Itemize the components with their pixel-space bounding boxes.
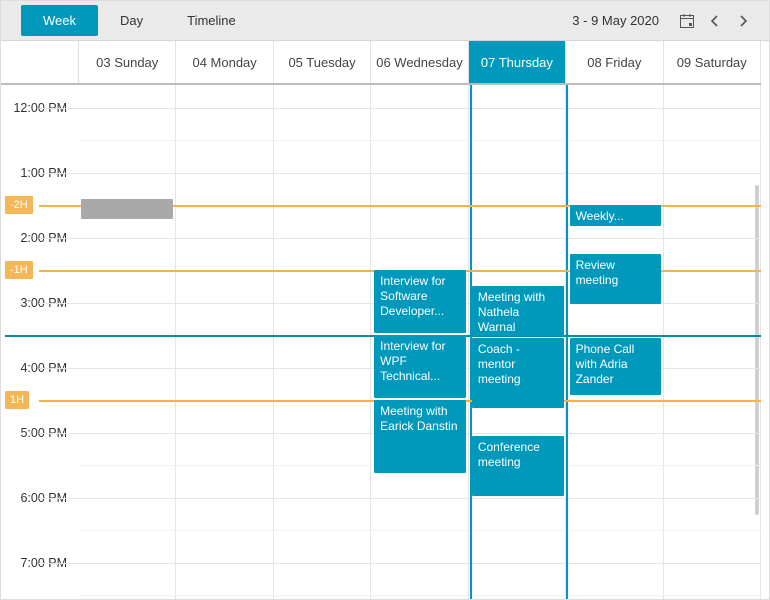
time-labels: 12:00 PM1:00 PM2:00 PM3:00 PM4:00 PM5:00… (1, 85, 79, 599)
scheduler-toolbar: Week Day Timeline 3 - 9 May 2020 (1, 1, 769, 41)
event-block[interactable]: Coach - mentor meeting (472, 338, 564, 408)
scheduler-body: 03 Sunday04 Monday05 Tuesday06 Wednesday… (1, 41, 761, 599)
day-header-sun[interactable]: 03 Sunday (79, 41, 176, 83)
timezone-tag: -2H (5, 196, 33, 214)
date-range-label: 3 - 9 May 2020 (572, 13, 659, 28)
view-tab-day[interactable]: Day (98, 5, 165, 36)
event-block[interactable]: Interview for Software Developer... (374, 270, 466, 333)
timezone-tag: 1H (5, 391, 29, 409)
calendar-icon[interactable] (673, 7, 701, 35)
time-gutter-header (1, 41, 79, 83)
view-tab-week[interactable]: Week (21, 5, 98, 36)
event-block[interactable]: Interview for WPF Technical... (374, 335, 466, 398)
day-header-sat[interactable]: 09 Saturday (664, 41, 761, 83)
event-block[interactable]: Conference meeting (472, 436, 564, 496)
day-column-sun[interactable] (79, 85, 176, 599)
view-tabs: Week Day Timeline (21, 5, 258, 36)
event-block[interactable] (81, 199, 173, 220)
prev-button[interactable] (701, 7, 729, 35)
next-button[interactable] (729, 7, 757, 35)
day-column-sat[interactable] (664, 85, 761, 599)
day-header-fri[interactable]: 08 Friday (566, 41, 663, 83)
day-header-wed[interactable]: 06 Wednesday (371, 41, 468, 83)
event-block[interactable]: Phone Call with Adria Zander (570, 338, 662, 395)
time-grid[interactable]: 12:00 PM1:00 PM2:00 PM3:00 PM4:00 PM5:00… (1, 85, 761, 599)
event-block[interactable]: Review meeting (570, 254, 662, 304)
event-block[interactable]: Meeting with Earick Danstin (374, 400, 466, 473)
day-headers: 03 Sunday04 Monday05 Tuesday06 Wednesday… (1, 41, 761, 85)
day-header-mon[interactable]: 04 Monday (176, 41, 273, 83)
event-block[interactable]: Weekly... (570, 205, 662, 226)
day-header-tue[interactable]: 05 Tuesday (274, 41, 371, 83)
scheduler-frame: Week Day Timeline 3 - 9 May 2020 03 Sund… (0, 0, 770, 600)
view-tab-timeline[interactable]: Timeline (165, 5, 258, 36)
day-column-mon[interactable] (176, 85, 273, 599)
event-block[interactable]: Meeting with Nathela Warnal (472, 286, 564, 336)
timezone-tag: -1H (5, 261, 33, 279)
day-column-tue[interactable] (274, 85, 371, 599)
day-header-thu[interactable]: 07 Thursday (469, 41, 566, 83)
